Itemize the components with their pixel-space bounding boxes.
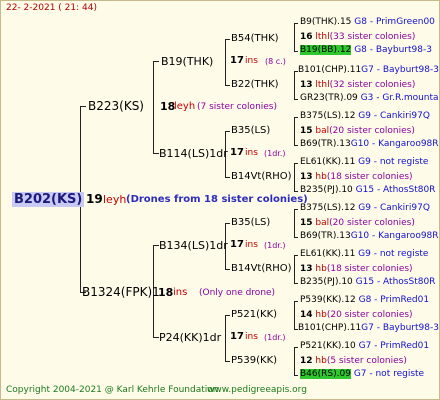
timestamp: 22- 2-2021 ( 21: 44) xyxy=(6,3,97,13)
gen1-generation-2: 18 xyxy=(158,286,174,299)
gen3-queen-8[interactable]: P539(KK) xyxy=(231,356,277,366)
root-generation: 19 xyxy=(86,192,103,206)
gen2-queen-3[interactable]: B134(LS)1dr xyxy=(159,240,228,251)
gen3-queen-6[interactable]: B14Vt(RHO) xyxy=(231,264,292,274)
gen3-info-2: 13 lthl(32 sister colonies) xyxy=(300,80,416,90)
gen4-row-5[interactable]: B375(LS).12 G9 - Cankiri97Q xyxy=(300,112,430,121)
gen4-row-1[interactable]: B9(THK).15 G8 - PrimGreen00 xyxy=(300,18,435,27)
gen2-queen-2[interactable]: B114(LS)1dr xyxy=(159,148,228,159)
gen3-info-1: 16 lthl(33 sister colonies) xyxy=(300,32,416,42)
gen3-queen-3[interactable]: B35(LS) xyxy=(231,126,270,136)
gen4-row-4[interactable]: GR23(TR).09 G3 - Gr.R.mounta xyxy=(300,94,439,103)
gen4-row-7[interactable]: EL61(KK).11 G9 - not registe xyxy=(300,158,428,167)
gen3-queen-2[interactable]: B22(THK) xyxy=(231,80,279,90)
gen2-generation-4: 17 xyxy=(230,331,244,342)
gen3-info-3: 15 bal(20 sister colonies) xyxy=(300,126,415,136)
root-note: leyh xyxy=(103,193,127,206)
gen1-note-1: leyh xyxy=(174,101,196,112)
gen3-queen-7[interactable]: P521(KK) xyxy=(231,310,277,320)
gen4-row-15[interactable]: P521(KK).10 G7 - PrimRed01 xyxy=(300,342,429,351)
gen4-row-16[interactable]: B46(RS).09 G7 - not registe xyxy=(300,369,424,379)
gen4-row-9[interactable]: B375(LS).12 G9 - Cankiri97Q xyxy=(300,204,430,213)
gen2-note-4: ins xyxy=(245,332,258,342)
gen2-note-3: ins xyxy=(245,240,258,250)
gen2-note-2: ins xyxy=(245,148,258,158)
gen1-queen-2[interactable]: B1324(FPK)1 xyxy=(82,286,160,298)
gen2-description-2: (1dr.) xyxy=(264,149,286,158)
gen1-queen-1[interactable]: B223(KS) xyxy=(88,100,144,112)
gen4-row-11[interactable]: EL61(KK).11 G9 - not registe xyxy=(300,250,428,259)
gen3-info-5: 15 bal(20 sister colonies) xyxy=(300,218,415,228)
gen4-row-13[interactable]: P539(KK).12 G8 - PrimRed01 xyxy=(300,296,429,305)
gen2-description-4: (1dr.) xyxy=(264,333,286,342)
gen3-info-7: 14 hb(20 sister colonies) xyxy=(300,310,413,320)
gen1-description-1: (7 sister colonies) xyxy=(197,102,278,112)
gen3-info-6: 13 hb(18 sister colonies) xyxy=(300,264,413,274)
gen2-description-3: (1dr.) xyxy=(264,241,286,250)
gen3-queen-5[interactable]: B35(LS) xyxy=(231,218,270,228)
gen4-row-14[interactable]: B101(CHP).11G7 - Bayburt98-3 xyxy=(298,324,439,333)
gen4-row-12[interactable]: B235(PJ).10 G15 - AthosSt80R xyxy=(300,278,435,287)
gen1-note-2: ins xyxy=(173,287,188,298)
gen3-info-8: 12 hb(5 sister colonies) xyxy=(300,356,407,366)
gen2-description-1: (8 c.) xyxy=(265,57,286,66)
gen4-row-8[interactable]: B235(PJ).10 G15 - AthosSt80R xyxy=(300,186,435,195)
root-description: (Drones from 18 sister colonies) xyxy=(126,194,308,205)
gen2-queen-1[interactable]: B19(THK) xyxy=(161,56,213,67)
gen3-queen-4[interactable]: B14Vt(RHO) xyxy=(231,172,292,182)
copyright-text: Copyright 2004-2021 @ Karl Kehrle Founda… xyxy=(6,385,219,395)
gen2-note-1: ins xyxy=(245,56,258,66)
gen3-queen-1[interactable]: B54(THK) xyxy=(231,34,279,44)
gen4-row-3[interactable]: B101(CHP).11G7 - Bayburt98-3 xyxy=(298,66,439,75)
root-queen[interactable]: B202(KS) xyxy=(12,192,85,207)
gen3-info-4: 13 hb(18 sister colonies) xyxy=(300,172,413,182)
gen2-queen-4[interactable]: P24(KK)1dr xyxy=(159,332,221,343)
gen1-description-2: (Only one drone) xyxy=(199,288,276,298)
site-url[interactable]: www.pedigreeapis.org xyxy=(207,386,307,395)
gen2-generation-2: 17 xyxy=(230,147,244,158)
gen4-row-6[interactable]: B69(TR).13G10 - Kangaroo98R xyxy=(300,140,439,149)
gen4-row-10[interactable]: B69(TR).13G10 - Kangaroo98R xyxy=(300,232,439,241)
gen2-generation-1: 17 xyxy=(230,55,244,66)
gen2-generation-3: 17 xyxy=(230,239,244,250)
gen4-row-2[interactable]: B19(BB).12 G8 - Bayburt98-3 xyxy=(300,45,432,55)
